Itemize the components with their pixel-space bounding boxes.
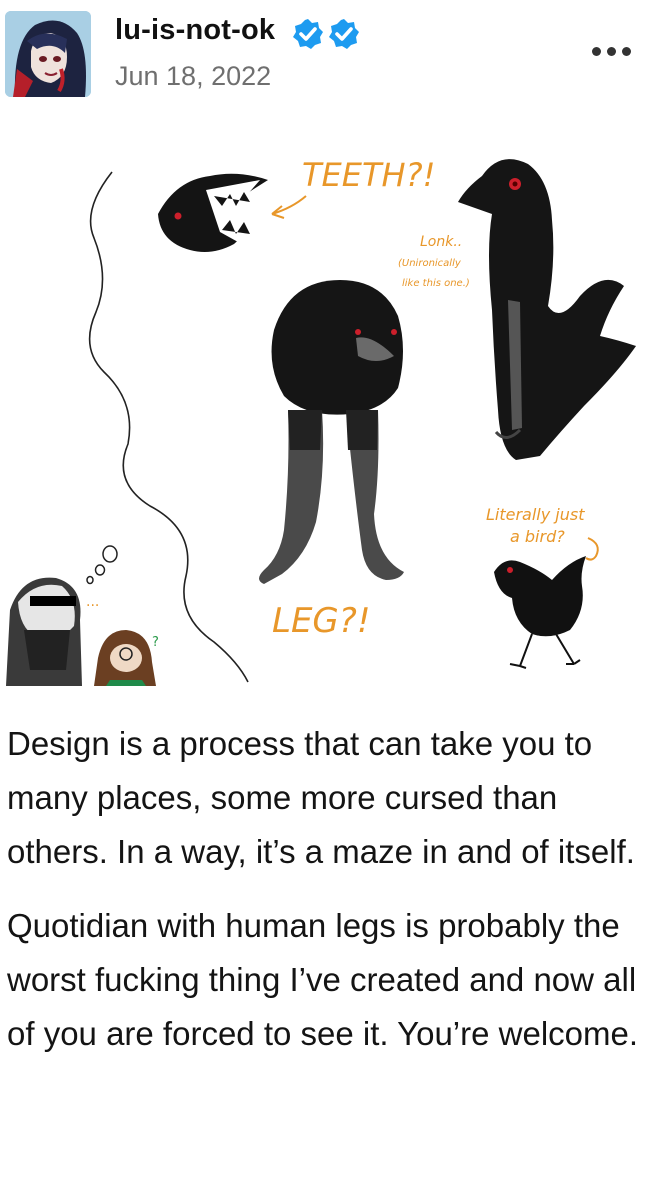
post-header: lu-is-not-ok Jun 18, 2022 (0, 0, 662, 110)
avatar[interactable] (5, 11, 91, 97)
label-lonk: Lonk.. (420, 234, 462, 250)
verified-badge-icon[interactable] (292, 18, 324, 50)
label-lonk-note-2: like this one.) (402, 278, 470, 289)
post-paragraph: Design is a process that can take you to… (7, 725, 635, 870)
label-question: ? (152, 635, 159, 650)
verified-badges (292, 18, 360, 50)
post: lu-is-not-ok Jun 18, 2022 TEETH?! Lonk..… (0, 0, 662, 1198)
post-body: Design is a process that can take you to… (7, 717, 647, 1081)
label-teeth: TEETH?! (302, 156, 435, 194)
dot-icon (592, 46, 601, 56)
label-lonk-note-1: (Unironically (398, 258, 462, 269)
label-bird-2: a bird? (510, 527, 565, 546)
verified-badge-icon[interactable] (328, 18, 360, 50)
label-leg: LEG?! (272, 601, 370, 641)
more-options-button[interactable] (592, 36, 640, 66)
post-image[interactable]: TEETH?! Lonk.. (Unironically like this o… (0, 110, 662, 686)
post-paragraph: Quotidian with human legs is probably th… (7, 907, 639, 1052)
username-link[interactable]: lu-is-not-ok (115, 14, 275, 47)
label-bird-1: Literally just (486, 505, 585, 524)
avatar-image (5, 11, 91, 97)
dot-icon (622, 46, 631, 56)
dot-icon (607, 46, 616, 56)
label-ellipsis: ... (86, 594, 99, 610)
post-date[interactable]: Jun 18, 2022 (115, 61, 271, 92)
